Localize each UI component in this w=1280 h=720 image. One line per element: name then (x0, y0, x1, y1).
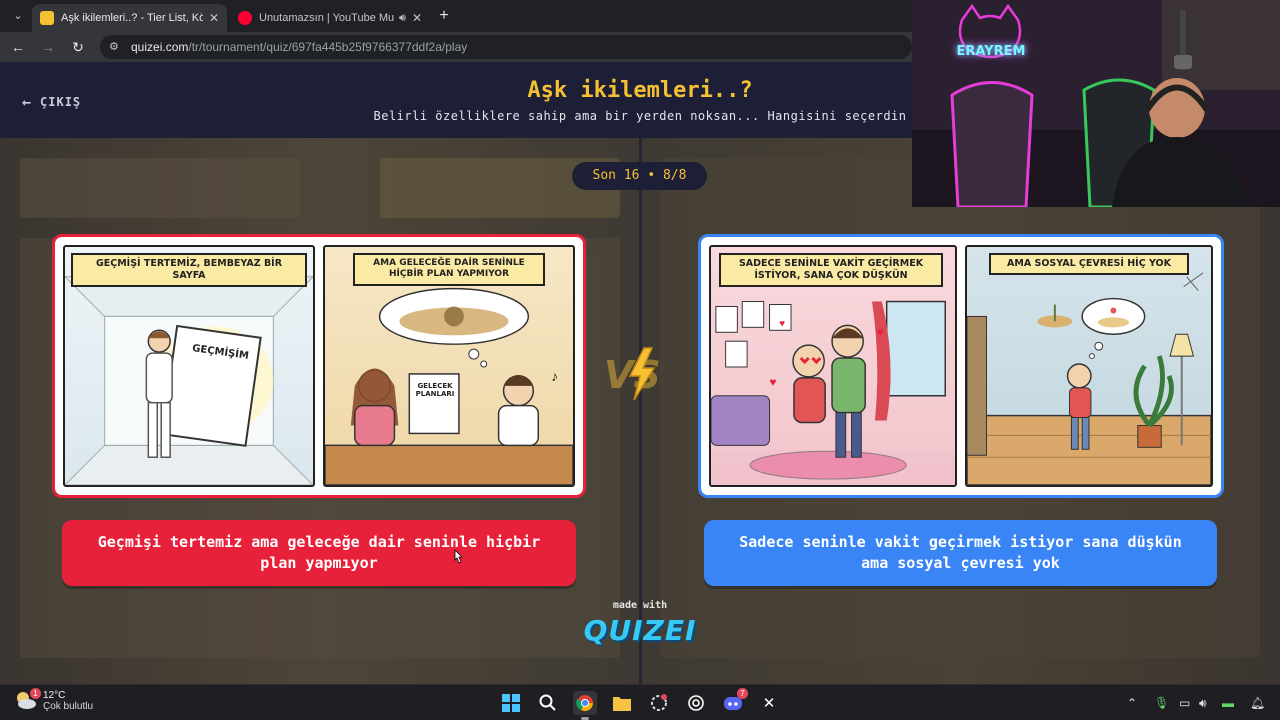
windows-taskbar: 1 12°C Çok bulutlu 7 ✕ ⌃ 🎙︎ ▭ 🔊︎ ▬ 🔔︎ (0, 684, 1280, 720)
exit-label: ÇIKIŞ (40, 95, 82, 109)
back-arrow-icon: ← (22, 93, 33, 111)
close-tab-icon[interactable]: ✕ (209, 11, 219, 25)
panel-caption: SADECE SENİNLE VAKİT GEÇİRMEK İSTİYOR, S… (719, 253, 943, 287)
quizei-favicon-icon (40, 11, 54, 25)
reload-icon[interactable]: ↻ (68, 37, 88, 57)
made-with-label: made with (612, 600, 668, 611)
chrome-icon[interactable] (573, 691, 597, 720)
svg-text:♪: ♪ (551, 368, 558, 384)
svg-text:♥: ♥ (877, 325, 884, 339)
microphone-icon[interactable]: 🎙︎ (1154, 695, 1169, 711)
panel-caption: AMA GELECEĞE DAİR SENİNLE HİÇBİR PLAN YA… (353, 253, 545, 286)
tab-search-dropdown-icon[interactable]: ⌄ (8, 6, 28, 26)
tab-quiz[interactable]: Aşk ikilemleri..? - Tier List, Kör S ✕ (32, 4, 227, 32)
windows-start-icon[interactable] (499, 691, 523, 715)
versus-lightning-icon: VS (604, 347, 661, 401)
quizei-logo[interactable]: QUIZEI (580, 614, 700, 647)
network-icon[interactable]: ▭ (1179, 695, 1190, 711)
panel-caption: GEÇMİŞİ TERTEMİZ, BEMBEYAZ BİR SAYFA (71, 253, 307, 287)
quiz-title: Aşk ikilemleri..? (527, 78, 753, 103)
comic-panel-past: GEÇMİŞİ TERTEMİZ, BEMBEYAZ BİR SAYFA GEÇ… (63, 245, 315, 487)
streamer-webcam-overlay: ERAYREM (912, 0, 1280, 207)
volume-icon[interactable]: 🔊︎ (1199, 695, 1207, 711)
x-icon[interactable]: ✕ (757, 691, 781, 715)
comic-panel-affection: ♥ ♥ ♥ SADECE SENİNLE VAKİT GEÇİRMEK İSTİ… (709, 245, 957, 487)
close-tab-icon[interactable]: ✕ (412, 11, 422, 25)
address-bar[interactable]: ⚙ quizei.com/tr/tournament/quiz/697fa445… (100, 35, 912, 59)
file-explorer-icon[interactable] (610, 691, 634, 715)
discord-badge: 7 (737, 688, 748, 699)
comic-panel-alone: AMA SOSYAL ÇEVRESİ HİÇ YOK (965, 245, 1213, 487)
round-badge: Son 16 • 8/8 (572, 162, 707, 190)
quiz-subtitle: Belirli özelliklere sahip ama bir yerden… (373, 109, 907, 123)
discord-icon[interactable]: 7 (721, 688, 748, 715)
svg-text:♥: ♥ (779, 318, 785, 329)
panel-prop-label: GELECEK PLANLARI (415, 382, 455, 398)
chatgpt-icon[interactable] (684, 691, 708, 715)
exit-button[interactable]: ← ÇIKIŞ (22, 93, 81, 111)
svg-text:♥: ♥ (770, 375, 777, 389)
browser-icon[interactable] (647, 691, 671, 715)
url-text: quizei.com/tr/tournament/quiz/697fa445b2… (131, 40, 468, 54)
tab-title: Aşk ikilemleri..? - Tier List, Kör S (61, 12, 203, 24)
choose-right-button[interactable]: Sadece seninle vakit geçirmek istiyor sa… (704, 520, 1217, 586)
speaker-icon[interactable]: 🔊︎ (399, 12, 406, 25)
neon-sign-text: ERAYREM (956, 44, 1026, 59)
comic-panel-future: ♪ AMA GELECEĞE DAİR SENİNLE HİÇBİR PLAN … (323, 245, 575, 487)
weather-description: Çok bulutlu (43, 701, 94, 712)
forward-arrow-icon[interactable]: → (38, 37, 58, 57)
weather-widget[interactable]: 1 12°C Çok bulutlu (14, 688, 94, 713)
chevron-up-icon[interactable]: ⌃ (1127, 695, 1137, 711)
option-right-image[interactable]: ♥ ♥ ♥ SADECE SENİNLE VAKİT GEÇİRMEK İSTİ… (698, 234, 1224, 498)
battery-icon[interactable]: ▬ (1222, 695, 1234, 711)
option-left-image[interactable]: GEÇMİŞİ TERTEMİZ, BEMBEYAZ BİR SAYFA GEÇ… (52, 234, 586, 498)
back-arrow-icon[interactable]: ← (8, 37, 28, 57)
youtube-music-favicon-icon (238, 11, 252, 25)
weather-alert-badge: 1 (30, 688, 41, 699)
choose-left-button[interactable]: Geçmişi tertemiz ama geleceğe dair senin… (62, 520, 576, 586)
mouse-cursor-icon (454, 550, 463, 564)
site-info-icon[interactable]: ⚙ (109, 40, 119, 53)
notification-bell-icon[interactable]: 🔔︎ (1250, 695, 1265, 711)
search-icon[interactable] (536, 691, 560, 715)
tab-youtube-music[interactable]: Unutamazsın | YouTube Mu 🔊︎ ✕ (230, 4, 430, 32)
tab-title: Unutamazsın | YouTube Mu (259, 12, 395, 24)
new-tab-plus-icon[interactable]: + (434, 6, 454, 26)
panel-caption: AMA SOSYAL ÇEVRESİ HİÇ YOK (989, 253, 1189, 275)
weather-temperature: 12°C (43, 690, 66, 701)
